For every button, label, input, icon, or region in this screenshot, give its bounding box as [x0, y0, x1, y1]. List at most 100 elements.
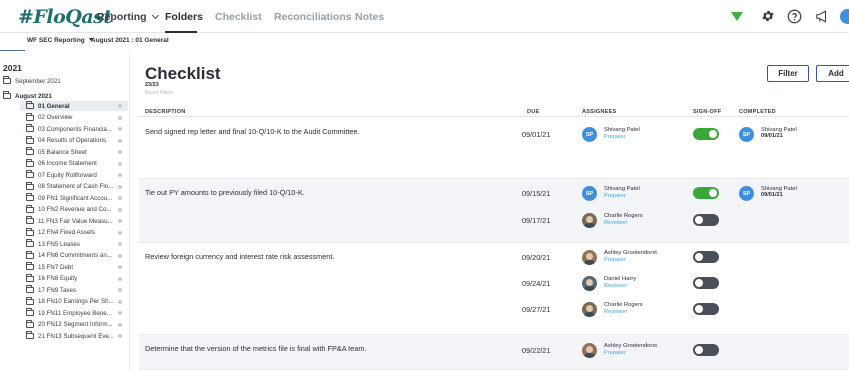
- sidebar-folder-item[interactable]: 01 General: [20, 101, 128, 111]
- sidebar-folder-item[interactable]: 11 FN3 Fair Value Measu...: [20, 216, 128, 226]
- filter-button[interactable]: Filter: [767, 65, 809, 82]
- due-date[interactable]: 09/27/21: [522, 305, 550, 314]
- workspace-dropdown[interactable]: WF SEC Reporting: [27, 37, 93, 44]
- signoff-toggle[interactable]: [693, 251, 719, 263]
- sidebar-folder-item[interactable]: 12 FN4 Fixed Assets: [20, 227, 128, 238]
- year-heading: 2021: [3, 63, 22, 73]
- assignee-role: Reviewer: [604, 309, 628, 315]
- sidebar-folder-item[interactable]: 02 Overview: [20, 112, 128, 123]
- sidebar-folder-item[interactable]: 13 FN5 Leases: [20, 239, 128, 249]
- announcement-icon[interactable]: [815, 10, 829, 23]
- user-avatar[interactable]: [840, 9, 849, 24]
- due-date[interactable]: 09/17/21: [522, 216, 550, 225]
- nav-reporting[interactable]: Reporting: [97, 11, 159, 23]
- nav-notes[interactable]: Notes: [355, 11, 384, 23]
- sidebar-folder-item[interactable]: 06 Income Statement: [20, 158, 128, 169]
- folder-icon: [26, 158, 34, 167]
- due-date[interactable]: 09/24/21: [522, 279, 550, 288]
- assignee-name: Daniel Harry: [604, 276, 637, 282]
- top-navigation-bar: #FloQast Reporting Folders Checklist Rec…: [0, 0, 849, 33]
- folder-september-2021[interactable]: September 2021: [3, 76, 61, 86]
- nav-reconciliations[interactable]: Reconciliations: [274, 11, 352, 23]
- sidebar-folder-item[interactable]: 15 FN7 Debt: [20, 262, 128, 272]
- help-icon[interactable]: [787, 9, 802, 24]
- breadcrumb: August 2021 : 01 General: [91, 37, 169, 44]
- assignee-avatar: [582, 302, 597, 317]
- column-description[interactable]: DESCRIPTION: [145, 109, 185, 115]
- signoff-toggle[interactable]: [693, 277, 719, 289]
- signoff-toggle[interactable]: [693, 303, 719, 315]
- folder-label: 11 FN3 Fair Value Measu...: [38, 217, 113, 225]
- status-dot-icon: [118, 311, 122, 315]
- signoff-toggle[interactable]: [693, 187, 719, 199]
- folder-label: 08 Statement of Cash Flo...: [38, 183, 114, 190]
- nav-folders[interactable]: Folders: [165, 11, 203, 23]
- folder-icon: [26, 239, 34, 247]
- due-date[interactable]: 09/01/21: [522, 130, 550, 139]
- sub-header: WF SEC Reporting August 2021 : 01 Genera…: [0, 33, 849, 51]
- folder-icon: [26, 308, 34, 316]
- nav-checklist[interactable]: Checklist: [215, 11, 262, 23]
- signoff-toggle[interactable]: [693, 344, 719, 356]
- folder-icon: [26, 124, 34, 132]
- folder-label: 02 Overview: [38, 114, 73, 121]
- signoff-toggle[interactable]: [693, 214, 719, 226]
- item-count: 23/23: [145, 82, 159, 88]
- sidebar-folder-item[interactable]: 17 FN9 Taxes: [20, 285, 128, 295]
- sidebar-folder-item[interactable]: 04 Results of Operations: [20, 135, 128, 146]
- completed-date: 09/01/21: [761, 192, 783, 198]
- row-description[interactable]: Determine that the version of the metric…: [145, 344, 366, 353]
- checklist-panel: Checklist 23/23 Reset Filters Filter Add…: [131, 55, 849, 370]
- status-dot-icon: [118, 265, 122, 269]
- column-completed[interactable]: COMPLETED: [739, 109, 776, 115]
- status-dot-icon: [118, 115, 122, 120]
- toggle-knob: [709, 130, 717, 138]
- gear-icon[interactable]: [761, 9, 775, 23]
- sidebar-folder-item[interactable]: 08 Statement of Cash Flo...: [20, 181, 128, 192]
- column-signoff[interactable]: SIGN-OFF: [693, 109, 721, 115]
- sidebar-folder-item[interactable]: 21 FN13 Subsequent Eve...: [20, 331, 128, 341]
- folder-label: 15 FN7 Debt: [38, 263, 74, 271]
- folder-label: 07 Equity Rollforward: [38, 171, 97, 179]
- sidebar-folder-item[interactable]: 16 FN8 Equity: [20, 273, 128, 284]
- assignee-name: Ashley Grootendorst: [604, 343, 657, 349]
- sidebar-folder-item[interactable]: 19 FN11 Employee Bene...: [20, 308, 128, 318]
- row-description[interactable]: Send signed rep letter and final 10-Q/10…: [145, 127, 360, 136]
- assignee-avatar: SP: [582, 186, 597, 201]
- folder-august-2021[interactable]: August 2021: [3, 91, 52, 101]
- folder-icon: [3, 91, 11, 99]
- assignee-avatar: SP: [582, 127, 597, 142]
- due-date[interactable]: 09/15/21: [522, 189, 550, 198]
- folder-label: 03 Components Financia...: [38, 125, 112, 133]
- notification-flag-icon[interactable]: [731, 12, 743, 21]
- sidebar-folder-item[interactable]: 18 FN10 Earnings Per Sh...: [20, 296, 128, 307]
- folder-label: 09 FN1 Significant Accou...: [38, 194, 113, 202]
- row-description[interactable]: Review foreign currency and interest rat…: [145, 252, 334, 261]
- sidebar-folder-item[interactable]: 03 Components Financia...: [20, 124, 128, 134]
- column-due[interactable]: DUE: [527, 109, 539, 115]
- folder-icon: [26, 170, 34, 178]
- folder-icon: [26, 227, 34, 236]
- sidebar-folder-item[interactable]: 07 Equity Rollforward: [20, 170, 128, 180]
- sidebar-folder-item[interactable]: 09 FN1 Significant Accou...: [20, 193, 128, 203]
- add-button[interactable]: Add: [816, 65, 849, 82]
- row-description[interactable]: Tie out PY amounts to previously filed 1…: [145, 188, 305, 197]
- sidebar-folder-item[interactable]: 10 FN2 Revenue and Co...: [20, 204, 128, 215]
- status-dot-icon: [118, 173, 122, 177]
- folder-label: 12 FN4 Fixed Assets: [38, 229, 96, 236]
- column-assignees[interactable]: ASSIGNEES: [582, 109, 616, 115]
- signoff-toggle[interactable]: [693, 128, 719, 140]
- sidebar-folder-item[interactable]: 05 Balance Sheet: [20, 147, 128, 157]
- folder-icon: [26, 204, 34, 213]
- assignee-avatar: [582, 213, 597, 228]
- folder-sidebar: 2021 September 2021 August 2021 01 Gener…: [0, 55, 130, 370]
- sidebar-folder-item[interactable]: 14 FN6 Commitments an...: [20, 250, 128, 261]
- due-date[interactable]: 09/22/21: [522, 346, 550, 355]
- due-date[interactable]: 09/20/21: [522, 253, 550, 262]
- sidebar-folder-item[interactable]: 20 FN12 Segment Inform...: [20, 319, 128, 330]
- folder-label: 05 Balance Sheet: [38, 148, 87, 156]
- reset-filters-link[interactable]: Reset Filters: [145, 90, 173, 96]
- assignee-name: Shivang Patel: [604, 186, 640, 192]
- divider: [0, 50, 25, 51]
- folder-label: 17 FN9 Taxes: [38, 286, 77, 294]
